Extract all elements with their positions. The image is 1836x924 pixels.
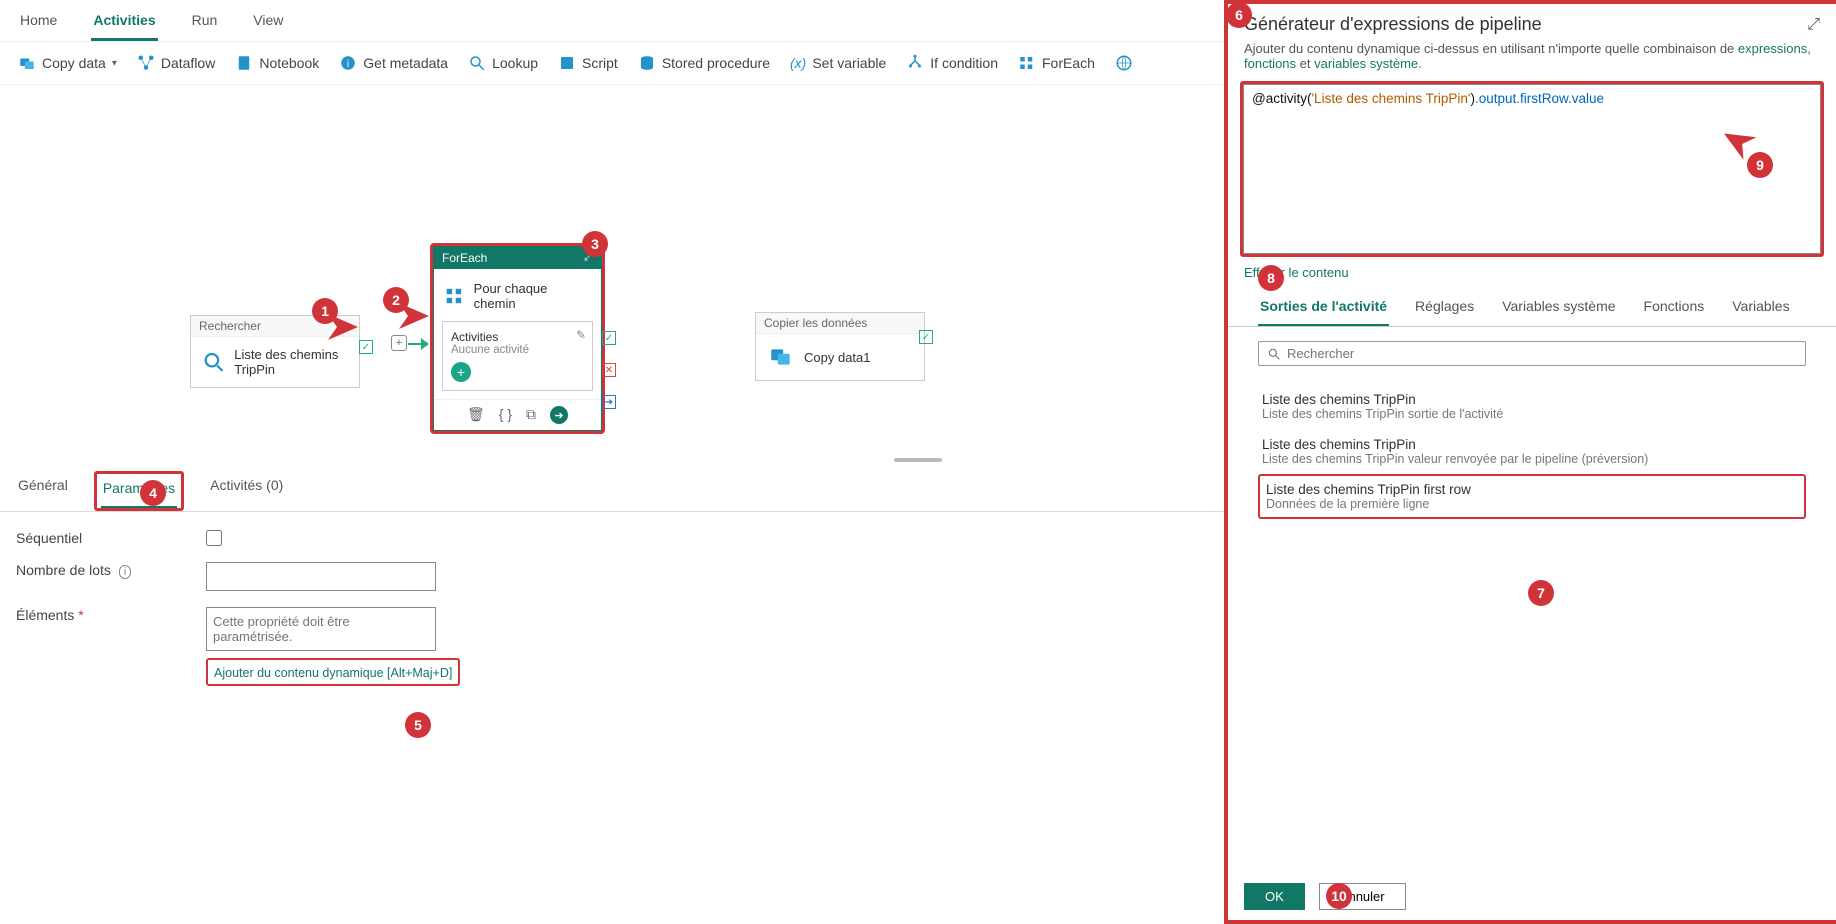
- link-system-variables[interactable]: variables système: [1314, 56, 1418, 71]
- sp-tab-settings[interactable]: Réglages: [1413, 288, 1476, 326]
- prop-tab-general[interactable]: Général: [16, 471, 70, 511]
- inner-activities-sub: Aucune activité: [451, 344, 584, 356]
- callout-8: 8: [1258, 265, 1284, 291]
- pencil-icon[interactable]: ✎: [576, 328, 586, 342]
- activity-lookup-node[interactable]: Rechercher Liste des chemins TripPin: [190, 315, 360, 388]
- expression-helper-tabs: Sorties de l'activité Réglages Variables…: [1228, 288, 1836, 327]
- activity-lookup-name: Liste des chemins TripPin: [234, 347, 347, 377]
- copy-data-icon: [768, 344, 794, 370]
- notebook-icon: [235, 54, 253, 72]
- sp-tab-activity-outputs[interactable]: Sorties de l'activité: [1258, 288, 1389, 326]
- add-dynamic-content-link[interactable]: Ajouter du contenu dynamique [Alt+Maj+D]: [214, 666, 452, 680]
- svg-text:i: i: [347, 59, 349, 70]
- add-activity-handle[interactable]: +: [391, 335, 407, 351]
- activity-copy-type: Copier les données: [756, 313, 924, 334]
- info-icon: i: [339, 54, 357, 72]
- search-icon: [203, 348, 224, 376]
- toolbar-script[interactable]: Script: [552, 50, 624, 76]
- foreach-icon: [1018, 54, 1036, 72]
- activity-foreach-name: Pour chaque chemin: [474, 281, 591, 311]
- add-inner-activity-button[interactable]: +: [451, 362, 471, 382]
- activity-foreach-highlight: ForEach ⤢ Pour chaque chemin ✎ Activitie…: [430, 243, 605, 434]
- success-output-handle[interactable]: ✓: [602, 331, 616, 345]
- dataflow-icon: [137, 54, 155, 72]
- toolbar-more[interactable]: [1109, 50, 1139, 76]
- sp-tab-variables[interactable]: Variables: [1730, 288, 1791, 326]
- branch-icon: [906, 54, 924, 72]
- success-handle[interactable]: ✓: [359, 340, 373, 354]
- toolbar-dataflow[interactable]: Dataflow: [131, 50, 221, 76]
- toolbar-copy-data[interactable]: Copy data▾: [12, 50, 123, 76]
- inner-activities-header: Activities: [451, 330, 584, 344]
- info-icon[interactable]: i: [119, 565, 131, 579]
- search-icon: [468, 54, 486, 72]
- callout-9: 9: [1747, 152, 1773, 178]
- callout-2: 2: [383, 287, 409, 313]
- callout-1: 1: [312, 298, 338, 324]
- label-batch-count: Nombre de lots i: [16, 562, 206, 578]
- script-icon: [558, 54, 576, 72]
- callout-10: 10: [1326, 883, 1352, 909]
- ok-button[interactable]: OK: [1244, 883, 1305, 910]
- output-item-first-row[interactable]: Liste des chemins TripPin first row Donn…: [1258, 474, 1806, 519]
- link-expressions[interactable]: expressions: [1738, 41, 1807, 56]
- sp-tab-system-variables[interactable]: Variables système: [1500, 288, 1617, 326]
- callout-6: 6: [1226, 2, 1252, 28]
- callout-4: 4: [140, 480, 166, 506]
- tab-activities[interactable]: Activities: [91, 6, 157, 41]
- sp-tab-functions[interactable]: Fonctions: [1642, 288, 1707, 326]
- panel-title: Générateur d'expressions de pipeline: [1244, 14, 1807, 35]
- braces-icon[interactable]: { }: [499, 406, 512, 424]
- tab-view[interactable]: View: [251, 6, 285, 41]
- toolbar-get-metadata[interactable]: i Get metadata: [333, 50, 454, 76]
- input-batch-count[interactable]: [206, 562, 436, 591]
- run-icon[interactable]: ➔: [550, 406, 568, 424]
- foreach-icon: [444, 285, 466, 307]
- activity-foreach-type: ForEach: [442, 251, 487, 265]
- activity-output-list: Liste des chemins TripPin Liste des chem…: [1228, 374, 1836, 529]
- toolbar-stored-procedure[interactable]: Stored procedure: [632, 50, 776, 76]
- foreach-output-handles: ✓ ✕ ➜: [602, 331, 616, 409]
- variable-icon: (x): [790, 55, 806, 71]
- database-icon: [638, 54, 656, 72]
- expand-panel-icon[interactable]: ⤢: [1807, 16, 1820, 34]
- callout-7: 7: [1528, 580, 1554, 606]
- label-sequential: Séquentiel: [16, 530, 206, 546]
- delete-icon[interactable]: 🗑: [467, 406, 485, 424]
- activity-copy-node[interactable]: Copier les données Copy data1: [755, 312, 925, 381]
- foreach-inner-activities[interactable]: ✎ Activities Aucune activité +: [442, 321, 593, 391]
- expression-editor[interactable]: @activity('Liste des chemins TripPin').o…: [1243, 84, 1821, 254]
- panel-description: Ajouter du contenu dynamique ci-dessus e…: [1228, 37, 1836, 81]
- expression-search[interactable]: [1258, 341, 1806, 366]
- fail-output-handle[interactable]: ✕: [602, 363, 616, 377]
- activity-foreach-node[interactable]: ForEach ⤢ Pour chaque chemin ✎ Activitie…: [433, 246, 602, 431]
- tab-run[interactable]: Run: [190, 6, 220, 41]
- input-items[interactable]: [206, 607, 436, 651]
- expression-search-input[interactable]: [1287, 346, 1797, 361]
- callout-5: 5: [405, 712, 431, 738]
- toolbar-notebook[interactable]: Notebook: [229, 50, 325, 76]
- toolbar-set-variable[interactable]: (x) Set variable: [784, 51, 892, 75]
- output-item[interactable]: Liste des chemins TripPin Liste des chem…: [1258, 429, 1806, 474]
- copy-success-handle[interactable]: ✓: [919, 330, 933, 344]
- prop-tab-activities[interactable]: Activités (0): [208, 471, 285, 511]
- copy-data-icon: [18, 54, 36, 72]
- output-item[interactable]: Liste des chemins TripPin Liste des chem…: [1258, 384, 1806, 429]
- label-items: Éléments *: [16, 607, 206, 623]
- clear-content-link[interactable]: Effacer le contenu: [1228, 257, 1836, 288]
- toolbar-if-condition[interactable]: If condition: [900, 50, 1004, 76]
- checkbox-sequential[interactable]: [206, 530, 222, 546]
- tab-home[interactable]: Home: [18, 6, 59, 41]
- toolbar-foreach[interactable]: ForEach: [1012, 50, 1101, 76]
- completion-output-handle[interactable]: ➜: [602, 395, 616, 409]
- copy-icon[interactable]: ⧉: [526, 406, 536, 424]
- search-icon: [1267, 347, 1281, 361]
- activity-copy-name: Copy data1: [804, 350, 871, 365]
- toolbar-lookup[interactable]: Lookup: [462, 50, 544, 76]
- globe-icon: [1115, 54, 1133, 72]
- connector-arrow: [421, 338, 429, 350]
- callout-3: 3: [582, 231, 608, 257]
- link-functions[interactable]: fonctions: [1244, 56, 1296, 71]
